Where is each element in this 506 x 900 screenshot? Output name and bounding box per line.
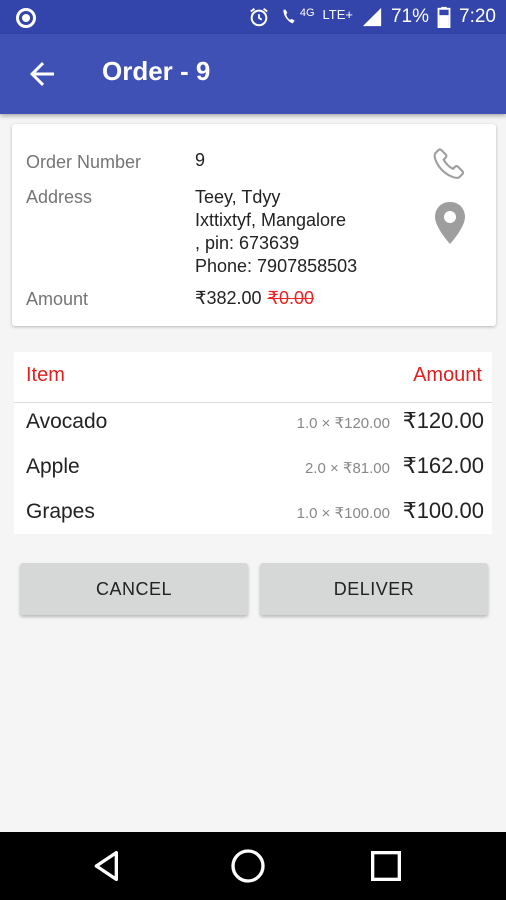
item-column-header: Item xyxy=(26,364,65,386)
table-row: Avocado 1.0 × ₹120.00 ₹120.00 xyxy=(14,402,492,446)
item-amount: ₹162.00 xyxy=(402,453,484,478)
arrow-back-icon[interactable] xyxy=(24,56,60,92)
battery-percent: 71% xyxy=(390,6,430,27)
lte-label: LTE+ xyxy=(322,6,353,22)
phone-line: Phone: 7907858503 xyxy=(195,256,358,276)
back-triangle-icon[interactable] xyxy=(88,846,128,886)
recents-square-icon[interactable] xyxy=(366,846,406,886)
item-quantity: 1.0 × ₹120.00 xyxy=(296,415,390,432)
table-row: Apple 2.0 × ₹81.00 ₹162.00 xyxy=(14,447,492,491)
cancel-button[interactable]: CANCEL xyxy=(20,563,248,615)
order-number-label: Order Number xyxy=(26,152,142,172)
item-name: Avocado xyxy=(26,410,108,433)
circle-icon xyxy=(16,8,36,28)
item-quantity: 2.0 × ₹81.00 xyxy=(304,460,390,477)
app-bar: Order - 9 xyxy=(0,34,506,114)
item-amount: ₹100.00 xyxy=(402,498,484,523)
navigation-bar xyxy=(0,832,506,900)
item-name: Grapes xyxy=(26,500,95,523)
phone-icon[interactable] xyxy=(430,144,472,186)
address-line-3: , pin: 673639 xyxy=(195,233,300,253)
amount-column-header: Amount xyxy=(413,364,482,386)
amount-value-group: ₹382.00 ₹0.00 xyxy=(195,287,314,310)
network-label: 4G xyxy=(299,7,315,19)
amount-value: ₹382.00 xyxy=(195,288,262,308)
wifi-call-icon xyxy=(283,9,295,24)
address-line-2: Ixttixtyf, Mangalore xyxy=(195,210,347,230)
clock: 7:20 xyxy=(459,6,496,27)
order-number-value: 9 xyxy=(195,150,206,170)
alarm-icon xyxy=(249,7,268,27)
page-title: Order - 9 xyxy=(102,56,211,86)
status-icons: 4G LTE+ 71% 7:20 xyxy=(248,0,496,34)
status-bar: 4G LTE+ 71% 7:20 xyxy=(0,0,506,34)
address-label: Address xyxy=(26,187,93,207)
signal-icon xyxy=(362,7,382,27)
address-value: Teey, Tdyy Ixttixtyf, Mangalore , pin: 6… xyxy=(195,186,357,278)
item-quantity: 1.0 × ₹100.00 xyxy=(296,505,390,522)
table-row: Grapes 1.0 × ₹100.00 ₹100.00 xyxy=(14,492,492,536)
amount-struck: ₹0.00 xyxy=(267,288,315,308)
item-amount: ₹120.00 xyxy=(402,408,484,433)
amount-label: Amount xyxy=(26,289,89,309)
location-pin-icon[interactable] xyxy=(432,200,468,246)
items-table: Item Amount Avocado 1.0 × ₹120.00 ₹120.0… xyxy=(14,352,492,534)
battery-icon xyxy=(437,6,451,28)
item-name: Apple xyxy=(26,455,80,478)
deliver-button[interactable]: DELIVER xyxy=(260,563,488,615)
home-circle-icon[interactable] xyxy=(228,846,268,886)
order-details-card: Order Number 9 Address Teey, Tdyy Ixttix… xyxy=(12,124,496,326)
address-line-1: Teey, Tdyy xyxy=(195,187,281,207)
